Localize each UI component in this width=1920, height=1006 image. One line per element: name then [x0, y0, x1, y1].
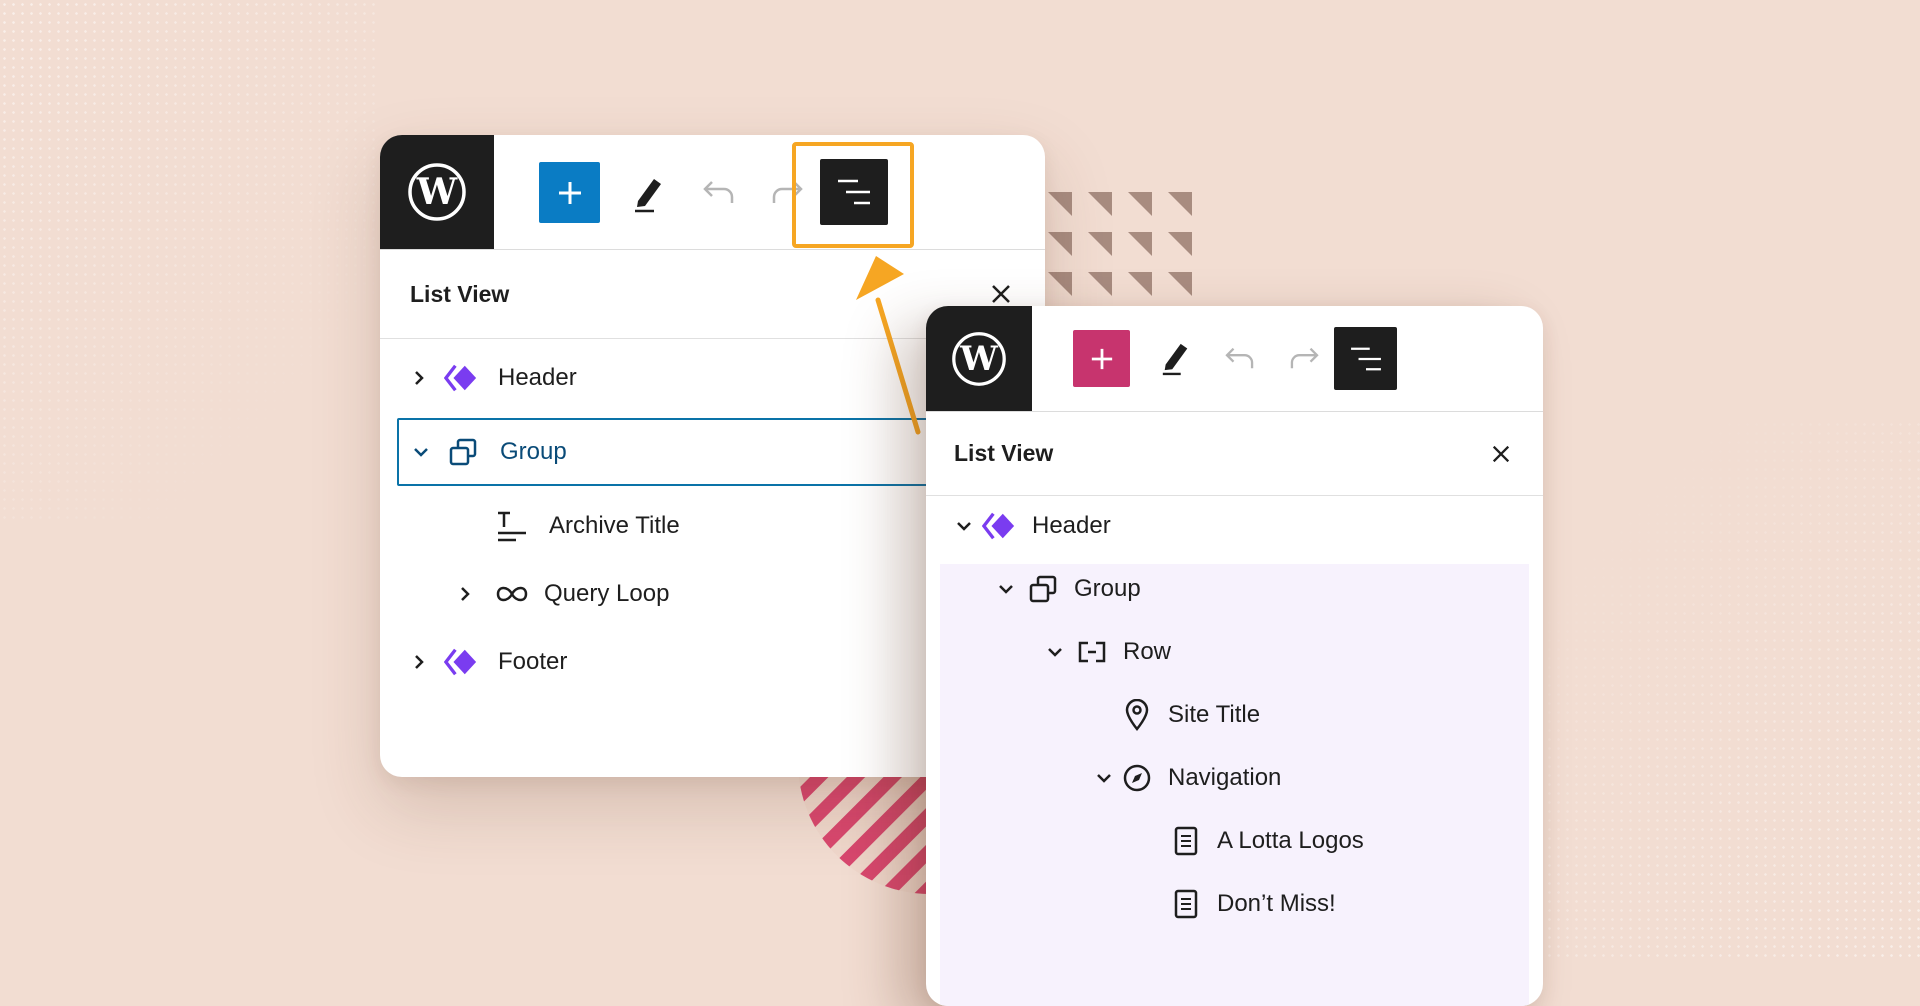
- chevron-right-icon[interactable]: [453, 582, 477, 606]
- close-button[interactable]: [1487, 440, 1515, 468]
- list-item-label: Don’t Miss!: [1217, 890, 1336, 917]
- loop-icon: [495, 577, 529, 611]
- plus-icon: [558, 181, 581, 204]
- close-icon: [1492, 445, 1510, 462]
- chevron-down-icon[interactable]: [994, 577, 1018, 601]
- list-item-label: Row: [1123, 638, 1172, 665]
- list-item[interactable]: Don’t Miss!: [926, 878, 1543, 930]
- list-item-label: Query Loop: [544, 580, 670, 607]
- triangle-pattern: [1048, 192, 1192, 296]
- svg-text:W: W: [416, 171, 458, 213]
- plus-icon: [1091, 348, 1112, 369]
- template-part-icon: [982, 509, 1016, 543]
- undo-icon: [1225, 347, 1254, 369]
- editor-toolbar: W: [380, 135, 1045, 250]
- row-icon: [1075, 635, 1109, 669]
- list-item-label: Footer: [498, 648, 568, 675]
- tools-button[interactable]: [624, 165, 674, 220]
- chevron-right-icon[interactable]: [407, 366, 431, 390]
- redo-icon: [1290, 347, 1319, 369]
- template-part-icon: [444, 361, 478, 395]
- dot-pattern: [1500, 420, 1920, 960]
- editor-toolbar: W: [926, 306, 1543, 412]
- group-icon: [446, 435, 480, 469]
- list-item[interactable]: A Lotta Logos: [926, 815, 1543, 867]
- list-item[interactable]: Navigation: [926, 752, 1543, 804]
- chevron-right-icon[interactable]: [407, 650, 431, 674]
- list-item-label: A Lotta Logos: [1217, 827, 1364, 854]
- chevron-down-icon[interactable]: [1043, 640, 1067, 664]
- close-icon: [992, 285, 1010, 303]
- pencil-icon: [635, 178, 661, 212]
- page-icon: [1169, 824, 1203, 858]
- undo-icon: [703, 181, 734, 203]
- list-view-icon: [1350, 347, 1381, 370]
- list-item-label: Navigation: [1168, 764, 1282, 791]
- chevron-down-icon[interactable]: [952, 514, 976, 538]
- list-item[interactable]: Header: [926, 500, 1543, 552]
- undo-button[interactable]: [1216, 334, 1264, 382]
- callout-arrow: [856, 256, 921, 435]
- list-view-title: List View: [410, 280, 510, 307]
- pencil-icon: [1162, 343, 1188, 376]
- list-item-label: Header: [1032, 512, 1111, 539]
- page-icon: [1169, 887, 1203, 921]
- list-item-label: Archive Title: [549, 512, 680, 539]
- list-item-label: Site Title: [1168, 701, 1261, 728]
- list-item[interactable]: Site Title: [926, 689, 1543, 741]
- chevron-down-icon[interactable]: [409, 440, 433, 464]
- archive-title-icon: [495, 509, 529, 543]
- callout-highlight: [792, 142, 914, 248]
- template-part-icon: [444, 645, 478, 679]
- tools-button[interactable]: [1152, 331, 1200, 383]
- redo-button[interactable]: [1280, 334, 1328, 382]
- block-inserter-button[interactable]: [1073, 330, 1130, 387]
- list-view-button[interactable]: [1334, 327, 1397, 390]
- block-inserter-button[interactable]: [539, 162, 600, 223]
- map-pin-icon: [1120, 698, 1154, 732]
- list-view-title: List View: [954, 440, 1054, 466]
- compass-icon: [1120, 761, 1154, 795]
- svg-text:W: W: [959, 338, 999, 378]
- undo-button[interactable]: [694, 167, 744, 217]
- wordpress-logo[interactable]: W: [380, 135, 494, 249]
- chevron-down-icon[interactable]: [1092, 766, 1116, 790]
- editor-panel-right: W List View Header Group Row Site Title …: [926, 306, 1543, 1006]
- list-view-header: List View: [926, 412, 1543, 496]
- wordpress-logo[interactable]: W: [926, 306, 1032, 411]
- group-icon: [1026, 572, 1060, 606]
- list-item[interactable]: Group: [926, 563, 1543, 615]
- dot-pattern: [0, 0, 380, 520]
- list-item-label: Header: [498, 364, 577, 391]
- list-item-label: Group: [1074, 575, 1141, 602]
- close-button[interactable]: [987, 280, 1015, 308]
- list-item[interactable]: Row: [926, 626, 1543, 678]
- list-item-label: Group: [500, 438, 567, 465]
- list-view-tree: Header Group Row Site Title Navigation A…: [926, 496, 1543, 1006]
